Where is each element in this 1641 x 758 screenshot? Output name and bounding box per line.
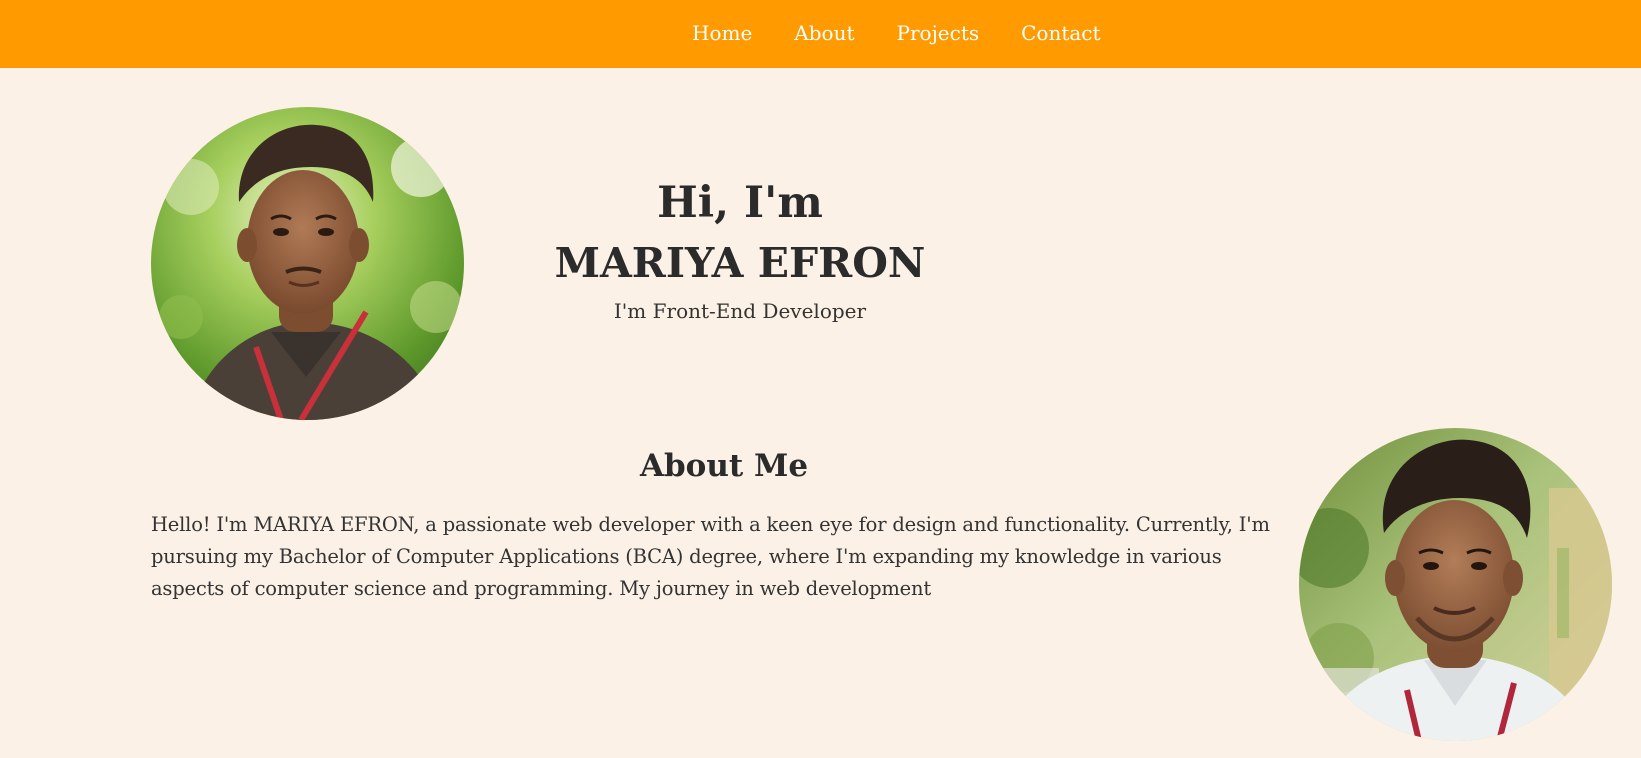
nav-link-projects[interactable]: Projects	[897, 20, 980, 46]
hero-intro: Hi, I'm MARIYA EFRON I'm Front-End Devel…	[540, 175, 940, 324]
about-profile-photo	[1299, 428, 1612, 741]
nav-link-about[interactable]: About	[794, 20, 854, 46]
hero-greeting: Hi, I'm	[657, 178, 823, 228]
about-title: About Me	[639, 448, 809, 484]
about-text: Hello! I'm MARIYA EFRON, a passionate we…	[151, 513, 1270, 600]
nav-link-contact[interactable]: Contact	[1021, 20, 1100, 46]
top-navbar: Home About Projects Contact	[0, 0, 1641, 68]
hero-role: I'm Front-End Developer	[613, 299, 867, 323]
hero-profile-photo	[151, 107, 464, 420]
hero-profile-photo-graphic	[151, 107, 464, 420]
hero-name: MARIYA EFRON	[554, 239, 926, 287]
about-profile-photo-graphic	[1299, 428, 1612, 741]
nav-links: Home About Projects Contact	[692, 20, 1101, 46]
nav-link-home[interactable]: Home	[692, 20, 752, 46]
